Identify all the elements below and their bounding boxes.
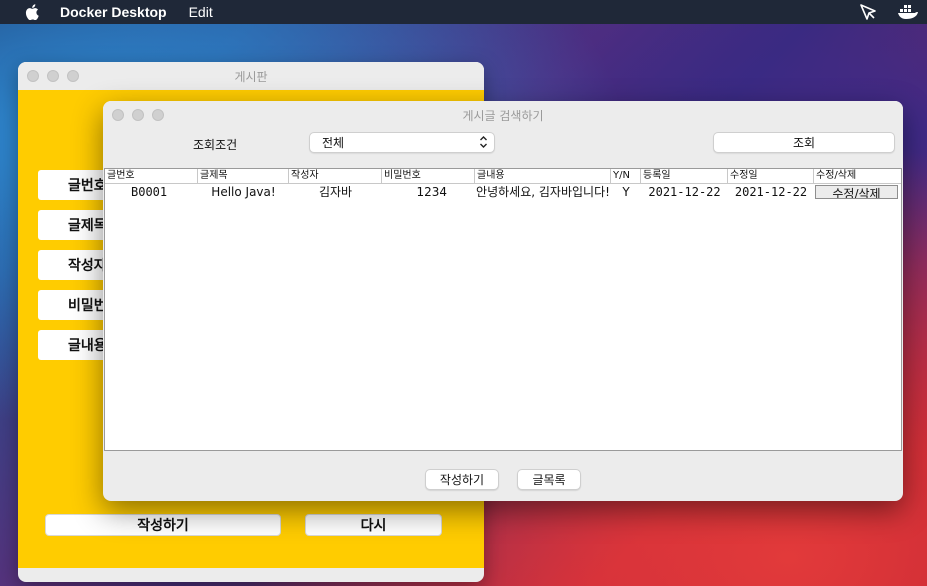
search-window-titlebar[interactable]: 게시글 검색하기 [103,101,903,129]
search-window: 게시글 검색하기 조회조건 전체 조회 글번호 글제목 작성자 비밀번호 글내용… [103,101,903,501]
search-button[interactable]: 조회 [713,132,895,153]
table-row[interactable]: B0001 Hello Java! 김자바 1234 안녕하세요, 김자바입니다… [105,184,901,200]
posts-table: 글번호 글제목 작성자 비밀번호 글내용 Y/N 등록일 수정일 수정/삭제 B… [104,168,902,451]
cursor-arrow-icon[interactable] [859,3,877,24]
docker-whale-icon[interactable] [897,4,919,23]
board-window-title: 게시판 [234,69,268,84]
cell-yn: Y [622,185,630,199]
column-header[interactable]: 등록일 [641,169,728,183]
app-name-menu[interactable]: Docker Desktop [60,4,167,20]
column-header[interactable]: 글번호 [105,169,198,183]
cell-writer: 김자바 [318,185,353,199]
column-header[interactable]: 비밀번호 [382,169,475,183]
write-post-button[interactable]: 작성하기 [425,469,499,490]
search-toolbar: 조회조건 전체 조회 [103,129,903,163]
column-header[interactable]: Y/N [611,169,641,183]
updown-chevron-icon [479,135,488,152]
menu-bar: Docker Desktop Edit [0,0,927,24]
column-header[interactable]: 글내용 [475,169,611,183]
zoom-window-button[interactable] [67,70,79,82]
search-window-title: 게시글 검색하기 [462,108,544,123]
condition-label: 조회조건 [193,138,238,152]
table-header: 글번호 글제목 작성자 비밀번호 글내용 Y/N 등록일 수정일 수정/삭제 [105,169,901,184]
zoom-window-button[interactable] [152,109,164,121]
cell-mod-date: 2021-12-22 [734,185,808,199]
board-write-button[interactable]: 작성하기 [45,514,281,536]
close-window-button[interactable] [112,109,124,121]
search-window-footer: 작성하기 글목록 [103,451,903,501]
cell-reg-date: 2021-12-22 [648,185,721,199]
close-window-button[interactable] [27,70,39,82]
cell-action: 수정/삭제 [814,184,901,200]
post-list-button[interactable]: 글목록 [517,469,581,490]
cell-password: 1234 [416,185,447,199]
condition-select[interactable]: 전체 [309,132,495,153]
menu-edit[interactable]: Edit [189,4,213,20]
apple-icon[interactable] [24,4,40,20]
edit-delete-button[interactable]: 수정/삭제 [815,185,898,199]
board-window-titlebar[interactable]: 게시판 [18,62,484,90]
cell-content: 안녕하세요, 김자바입니다! [476,185,610,199]
cell-post-title: Hello Java! [211,185,276,199]
minimize-window-button[interactable] [132,109,144,121]
cell-post-number: B0001 [131,185,168,199]
column-header[interactable]: 수정일 [728,169,814,183]
column-header[interactable]: 작성자 [289,169,382,183]
column-header[interactable]: 수정/삭제 [814,169,901,183]
condition-selected-value: 전체 [322,136,345,150]
column-header[interactable]: 글제목 [198,169,289,183]
board-reset-button[interactable]: 다시 [305,514,442,536]
minimize-window-button[interactable] [47,70,59,82]
